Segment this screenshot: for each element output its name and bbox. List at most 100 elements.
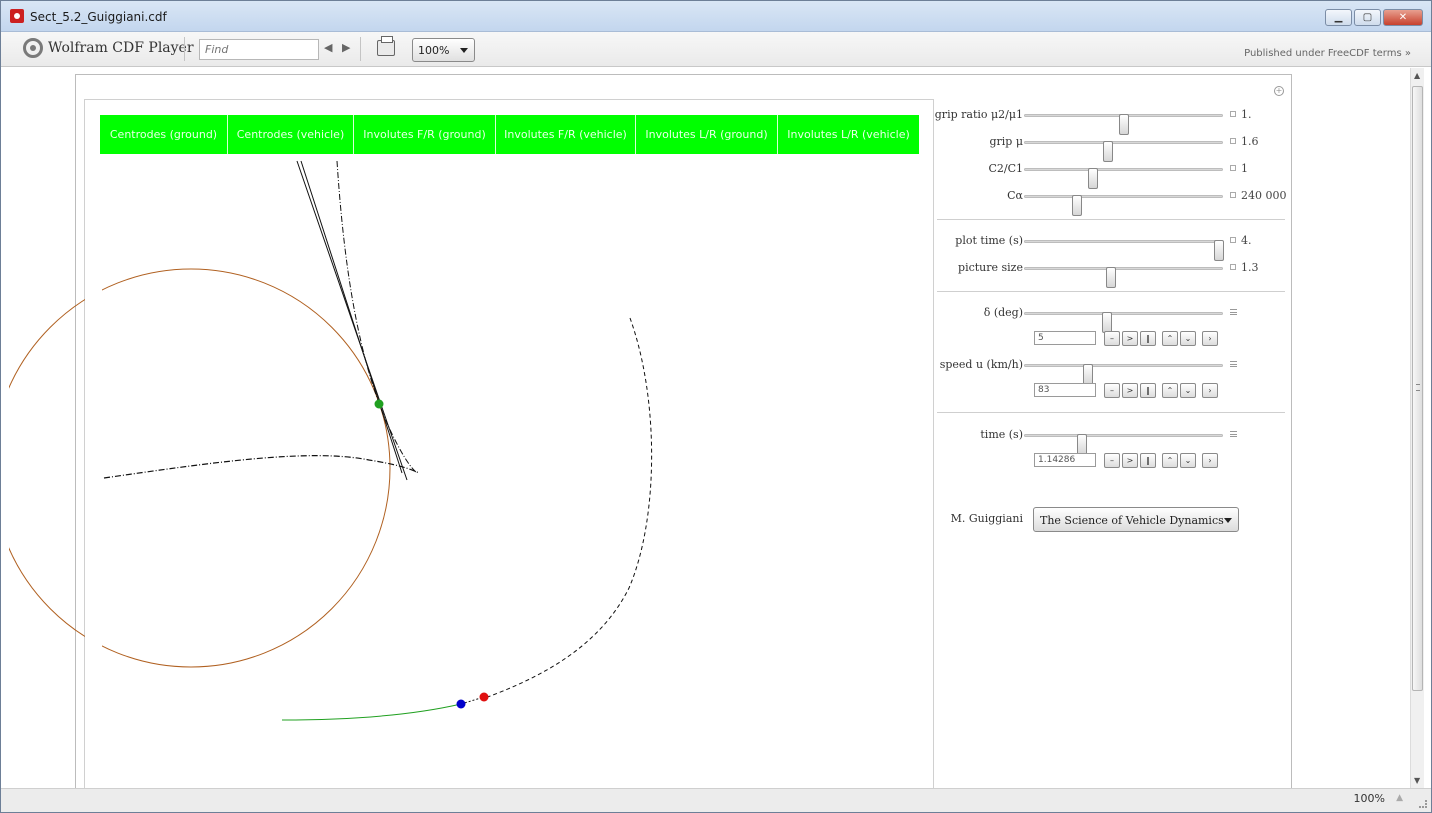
slider-collapse-icon[interactable] [1230,309,1237,315]
slider-expand-icon[interactable] [1230,192,1236,198]
slider-label: Cα [1007,189,1023,202]
slider-track[interactable] [1024,114,1223,135]
zoom-arrow-icon[interactable]: ▲ [1396,793,1403,803]
slider-expand-icon[interactable] [1230,264,1236,270]
slider-value: 240 000 [1241,189,1287,202]
slider-track[interactable] [1024,168,1223,189]
slider-track[interactable] [1024,267,1223,288]
find-input[interactable] [199,39,319,60]
published-link[interactable]: Published under FreeCDF terms » [1244,48,1411,59]
slider-speed: speed u (km/h) [937,355,1285,385]
slider-label: C2/C1 [988,162,1023,175]
animator-direction-button[interactable]: › [1202,453,1218,468]
animator-direction-button[interactable]: › [1202,331,1218,346]
scroll-down-icon[interactable]: ▼ [1414,776,1420,785]
maximize-button[interactable]: ▢ [1354,9,1381,26]
animator-play-button[interactable]: > [1122,453,1138,468]
slider-time: time (s) [937,425,1285,455]
animator-play-button[interactable]: > [1122,383,1138,398]
window-title: Sect_5.2_Guiggiani.cdf [30,10,167,24]
animator-minus-button[interactable]: – [1104,453,1120,468]
slider-thumb[interactable] [1106,267,1116,288]
slider-track[interactable] [1024,141,1223,162]
slider-thumb[interactable] [1077,434,1087,455]
cdf-player-window: Sect_5.2_Guiggiani.cdf ▁ ▢ ✕ Wolfram CDF… [0,0,1432,813]
slider-label: plot time (s) [955,234,1023,247]
animator-pause-button[interactable]: ‖ [1140,331,1156,346]
time-value-field[interactable]: 1.14286 [1034,453,1096,467]
slider-value: 1.3 [1241,261,1259,274]
vehicle-plot [9,158,653,778]
slider-value: 1.6 [1241,135,1259,148]
slider-label: time (s) [980,428,1023,441]
animator-faster-button[interactable]: ⌃ [1162,331,1178,346]
app-icon [10,9,24,23]
slider-grip: grip μ 1.6 [937,132,1285,162]
slider-thumb[interactable] [1102,312,1112,333]
app-name: Wolfram CDF Player [48,40,194,56]
slider-thumb[interactable] [1083,364,1093,385]
slider-collapse-icon[interactable] [1230,361,1237,367]
zoom-select[interactable]: 100% [412,38,475,62]
slider-label: speed u (km/h) [939,358,1023,371]
slider-track[interactable] [1024,364,1223,385]
reference-selected: The Science of Vehicle Dynamics [1040,514,1224,527]
slider-collapse-icon[interactable] [1230,431,1237,437]
speed-value-field[interactable]: 83 [1034,383,1096,397]
animator-minus-button[interactable]: – [1104,383,1120,398]
slider-thumb[interactable] [1072,195,1082,216]
slider-label: picture size [958,261,1023,274]
close-button[interactable]: ✕ [1383,9,1423,26]
slider-value: 4. [1241,234,1252,247]
trajectory-green [281,703,462,721]
toolbar-separator [184,37,185,61]
vertical-scrollbar[interactable]: ▲ ▼ [1410,68,1424,788]
slider-expand-icon[interactable] [1230,237,1236,243]
slider-expand-icon[interactable] [1230,138,1236,144]
slider-expand-icon[interactable] [1230,165,1236,171]
slider-track[interactable] [1024,312,1223,333]
scroll-up-icon[interactable]: ▲ [1414,71,1420,80]
toolbar: Wolfram CDF Player ◀ ▶ 100% Published un… [1,32,1431,67]
plot-mask [85,158,102,778]
animator-slower-button[interactable]: ⌄ [1180,453,1196,468]
slider-track[interactable] [1024,240,1224,261]
slider-plot-time: plot time (s) 4. [937,231,1285,261]
options-plus-icon[interactable]: + [1274,86,1284,96]
animator-slower-button[interactable]: ⌄ [1180,383,1196,398]
rear-axle-dot [456,699,466,709]
involute-curve-left [103,455,420,479]
chevron-down-icon [1224,518,1232,523]
animator-faster-button[interactable]: ⌃ [1162,383,1178,398]
slider-expand-icon[interactable] [1230,111,1236,117]
slider-label: grip μ [989,135,1023,148]
animator-slower-button[interactable]: ⌄ [1180,331,1196,346]
minimize-button[interactable]: ▁ [1325,9,1352,26]
delta-value-field[interactable]: 5 [1034,331,1096,345]
reference-popup-menu[interactable]: The Science of Vehicle Dynamics [1033,507,1239,532]
scrollbar-thumb[interactable] [1412,86,1423,691]
print-icon[interactable] [377,36,395,56]
resize-grip-icon[interactable] [1419,800,1427,808]
animator-pause-button[interactable]: ‖ [1140,383,1156,398]
chevron-down-icon [460,48,468,53]
animator-pause-button[interactable]: ‖ [1140,453,1156,468]
status-zoom[interactable]: 100% [1354,792,1385,805]
path-line [300,160,403,474]
slider-delta: δ (deg) [937,303,1285,333]
slider-track[interactable] [1024,434,1223,455]
reference-label: M. Guiggiani [950,512,1023,525]
animator-direction-button[interactable]: › [1202,383,1218,398]
animator-play-button[interactable]: > [1122,331,1138,346]
animator-faster-button[interactable]: ⌃ [1162,453,1178,468]
control-divider [937,291,1285,292]
slider-c2-c1: C2/C1 1 [937,159,1285,189]
find-nav-arrows[interactable]: ◀ ▶ [324,41,353,54]
slider-label: grip ratio μ2/μ1 [934,108,1023,121]
slider-track[interactable] [1024,195,1223,216]
slider-value: 1. [1241,108,1252,121]
animator-minus-button[interactable]: – [1104,331,1120,346]
toolbar-separator [360,37,361,61]
slider-grip-ratio: grip ratio μ2/μ1 1. [934,105,1285,135]
path-line [296,160,408,481]
